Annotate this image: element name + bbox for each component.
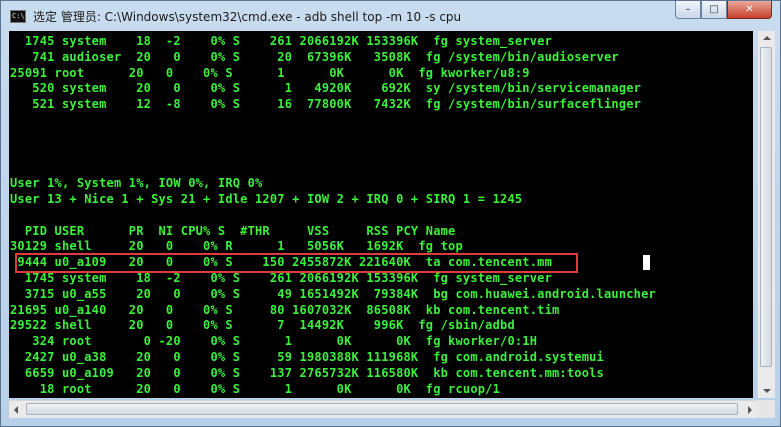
horizontal-scroll-thumb[interactable] <box>26 403 738 415</box>
console-line: User 1%, System 1%, IOW 0%, IRQ 0% <box>10 176 263 191</box>
console-line: 520 system 20 0 0% S 1 4920K 692K sy /sy… <box>10 81 642 96</box>
resize-grip[interactable] <box>757 400 775 418</box>
console-line: User 13 + Nice 1 + Sys 21 + Idle 1207 + … <box>10 192 523 206</box>
scroll-down-arrow-icon[interactable] <box>763 389 771 393</box>
console-line: 1745 system 18 -2 0% S 261 2066192K 1533… <box>10 271 552 285</box>
close-button[interactable]: ✕ <box>727 1 772 19</box>
scroll-up-arrow-icon[interactable] <box>763 36 771 40</box>
scroll-left-arrow-icon[interactable] <box>14 406 18 414</box>
console-line: 521 system 12 -8 0% S 16 77800K 7432K fg… <box>10 97 642 112</box>
console-line: 3715 u0_a55 20 0 0% S 49 1651492K 79384K… <box>10 286 656 301</box>
text-cursor <box>643 255 650 271</box>
scroll-right-arrow-icon[interactable] <box>748 406 752 414</box>
window-title: 选定 管理员: C:\Windows\system32\cmd.exe - ad… <box>33 10 462 24</box>
console-line: 324 root 0 -20 0% S 1 0K 0K fg kworker/0… <box>10 334 538 349</box>
console-line: 9444 u0_a109 20 0 0% S 150 2455872K 2216… <box>10 255 552 270</box>
console-line: 18 root 20 0 0% S 1 0K 0K fg rcuop/1 <box>10 381 501 396</box>
console-line: 30129 shell 20 0 0% R 1 5056K 1692K fg t… <box>10 239 463 254</box>
console-output[interactable]: 1745 system 18 -2 0% S 261 2066192K 1533… <box>9 31 753 398</box>
vertical-scroll-thumb[interactable] <box>760 47 772 367</box>
console-line: 21695 u0_a140 20 0 0% S 80 1607032K 8650… <box>10 302 560 317</box>
console-line: PID USER PR NI CPU% S #THR VSS RSS PCY N… <box>10 223 456 238</box>
maximize-button[interactable]: □ <box>701 1 727 19</box>
console-line: 6659 u0_a109 20 0 0% S 137 2765732K 1165… <box>10 365 604 380</box>
cmd-window: C:\ 选定 管理员: C:\Windows\system32\cmd.exe … <box>0 0 781 427</box>
window-controls: – □ ✕ <box>675 1 772 20</box>
console-line: 2427 u0_a38 20 0 0% S 59 1980388K 111968… <box>10 350 604 364</box>
title-bar[interactable]: C:\ 选定 管理员: C:\Windows\system32\cmd.exe … <box>1 1 780 31</box>
horizontal-scrollbar[interactable] <box>9 400 757 418</box>
console-line: 741 audioser 20 0 0% S 20 67396K 3508K f… <box>10 49 619 64</box>
console-line: 25091 root 20 0 0% S 1 0K 0K fg kworker/… <box>10 65 530 80</box>
minimize-button[interactable]: – <box>675 1 701 19</box>
cmd-app-icon[interactable]: C:\ <box>10 10 26 23</box>
vertical-scrollbar[interactable] <box>757 31 775 398</box>
console-line: 1745 system 18 -2 0% S 261 2066192K 1533… <box>10 34 552 48</box>
console-line: 29522 shell 20 0 0% S 7 14492K 996K fg /… <box>10 318 515 333</box>
